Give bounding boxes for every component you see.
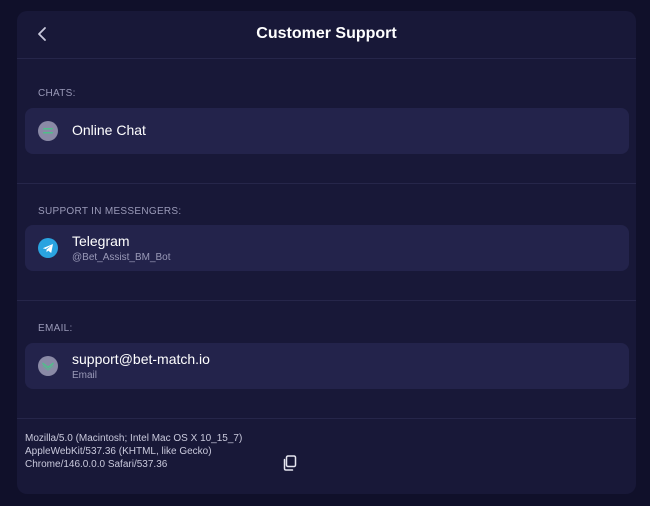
support-panel: Customer Support CHATS: Online Chat SUPP… xyxy=(17,11,636,494)
divider xyxy=(17,418,636,419)
section-label-messengers: SUPPORT IN MESSENGERS: xyxy=(38,206,182,217)
email-address: support@bet-match.io xyxy=(72,351,210,367)
telegram-handle: @Bet_Assist_BM_Bot xyxy=(72,252,171,263)
email-item[interactable]: support@bet-match.io Email xyxy=(25,343,629,389)
telegram-icon xyxy=(38,238,58,258)
user-agent-line: Mozilla/5.0 (Macintosh; Intel Mac OS X 1… xyxy=(25,433,243,444)
copy-icon xyxy=(283,455,296,471)
divider xyxy=(17,300,636,301)
online-chat-label: Online Chat xyxy=(72,122,146,138)
online-chat-item[interactable]: Online Chat xyxy=(25,108,629,154)
user-agent-text: Mozilla/5.0 (Macintosh; Intel Mac OS X 1… xyxy=(25,432,275,471)
telegram-title: Telegram xyxy=(72,233,130,249)
header: Customer Support xyxy=(17,11,636,59)
section-label-chats: CHATS: xyxy=(38,88,76,99)
chat-icon xyxy=(38,121,58,141)
email-caption: Email xyxy=(72,370,98,381)
telegram-item[interactable]: Telegram @Bet_Assist_BM_Bot xyxy=(25,225,629,271)
divider xyxy=(17,183,636,184)
page-title: Customer Support xyxy=(256,25,397,42)
copy-button[interactable] xyxy=(280,454,298,472)
user-agent-line: Chrome/146.0.0.0 Safari/537.36 xyxy=(25,459,168,470)
email-icon xyxy=(38,356,58,376)
section-label-email: EMAIL: xyxy=(38,323,73,334)
user-agent-line: AppleWebKit/537.36 (KHTML, like Gecko) xyxy=(25,446,212,457)
